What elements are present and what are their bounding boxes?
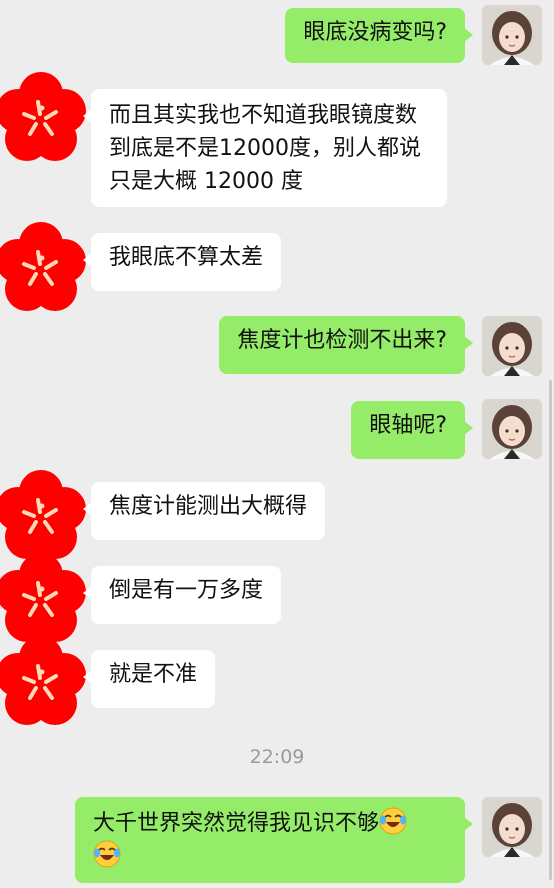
red-plum-blossom-icon[interactable] <box>0 72 88 166</box>
message-line: 而且其实我也不知道我眼镜度数 <box>109 103 418 128</box>
message-line: 到底是不是12000度，别人都说 <box>109 136 421 161</box>
message-bubble[interactable]: 而且其实我也不知道我眼镜度数 到底是不是12000度，别人都说 只是大概 120… <box>83 89 447 207</box>
laughing-crying-emoji-icon <box>93 840 121 868</box>
message-text: 眼底没病变吗? <box>303 20 447 45</box>
message-bubble[interactable]: 眼底没病变吗? <box>285 8 473 63</box>
message-bubble[interactable]: 大千世界突然觉得我见识不够 <box>75 797 473 883</box>
girl-avatar-icon <box>482 399 542 459</box>
red-plum-blossom-icon[interactable] <box>0 222 88 316</box>
message-bubble[interactable]: 焦度计能测出大概得 <box>82 482 326 540</box>
girl-avatar-icon <box>482 5 542 65</box>
scrollbar[interactable] <box>549 380 552 880</box>
timestamp: 22:09 <box>249 746 305 768</box>
message-text: 就是不准 <box>109 662 198 687</box>
message-bubble[interactable]: 我眼底不算太差 <box>82 233 282 291</box>
message-text: 焦度计也检测不出来? <box>237 328 447 353</box>
my-avatar[interactable] <box>482 399 542 459</box>
message-bubble[interactable]: 眼轴呢? <box>351 401 473 459</box>
message-text: 大千世界突然觉得我见识不够 <box>93 811 380 836</box>
message-bubble[interactable]: 焦度计也检测不出来? <box>219 316 473 374</box>
girl-avatar-icon <box>482 316 542 376</box>
my-avatar[interactable] <box>482 316 542 376</box>
girl-avatar-icon <box>482 797 542 857</box>
message-bubble[interactable]: 倒是有一万多度 <box>82 566 282 624</box>
laughing-crying-emoji-icon <box>379 807 407 835</box>
message-text: 倒是有一万多度 <box>109 578 264 603</box>
message-text: 焦度计能测出大概得 <box>109 494 308 519</box>
red-plum-blossom-icon[interactable] <box>0 636 88 730</box>
my-avatar[interactable] <box>482 5 542 65</box>
message-text: 眼轴呢? <box>369 413 447 438</box>
red-plum-blossom-icon[interactable] <box>0 553 88 647</box>
my-avatar[interactable] <box>482 797 542 857</box>
message-text: 我眼底不算太差 <box>109 245 264 270</box>
red-plum-blossom-icon[interactable] <box>0 470 88 564</box>
message-line: 只是大概 12000 度 <box>109 169 303 194</box>
message-bubble[interactable]: 就是不准 <box>82 650 216 708</box>
